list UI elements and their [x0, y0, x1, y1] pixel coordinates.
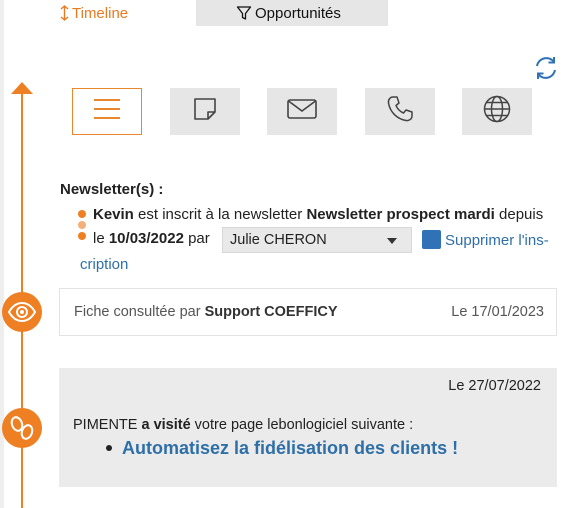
newsletter-bullets [78, 210, 86, 243]
bullet-icon [106, 444, 112, 451]
note-button[interactable] [170, 88, 240, 135]
event-visit-date: Le 27/07/2022 [448, 378, 541, 394]
user-select-value: Julie CHERON [230, 232, 327, 248]
newsletter-text: le [93, 230, 109, 247]
delete-subscription-label-cont: cription [80, 256, 129, 273]
list-item: Automatisez la fidélisation des clients … [106, 438, 458, 459]
event-visit-rest: votre page lebonlogiciel suivante : [190, 417, 414, 433]
contact-name: Kevin [93, 206, 134, 223]
newsletter-text: est inscrit à la newsletter [133, 206, 307, 223]
refresh-icon[interactable] [532, 54, 560, 82]
note-icon [192, 96, 218, 127]
newsletter-title: Newsletter(s) : [60, 181, 164, 198]
filter-icon [236, 5, 252, 21]
timeline-arrow-icon [11, 82, 33, 94]
menu-button[interactable] [72, 88, 142, 135]
phone-icon [385, 94, 415, 129]
phone-button[interactable] [365, 88, 435, 135]
event-visit-action: a visité [141, 417, 191, 433]
mail-button[interactable] [267, 88, 337, 135]
user-select[interactable]: Julie CHERON [222, 227, 412, 253]
delete-subscription-label: Supprimer l'ins- [445, 232, 549, 249]
event-view-date: Le 17/01/2023 [451, 304, 544, 320]
bullet-icon [78, 232, 86, 240]
mail-icon [286, 97, 318, 126]
chevron-down-icon [387, 238, 397, 244]
event-view-prefix: Fiche consultée par [74, 304, 205, 320]
eye-icon [2, 292, 42, 332]
menu-icon [92, 98, 122, 125]
event-card-visit: Le 27/07/2022 PIMENTE a visité votre pag… [59, 368, 557, 487]
globe-icon [482, 94, 512, 129]
event-view-user: Support COEFFICY [204, 304, 338, 320]
event-card-view: Fiche consultée par Support COEFFICY Le … [59, 288, 557, 336]
newsletter-name: Newsletter prospect mardi [306, 206, 495, 223]
tab-timeline[interactable]: Timeline [4, 0, 196, 26]
footprints-icon [2, 408, 42, 448]
tab-opportunites[interactable]: Opportunités [196, 0, 388, 26]
newsletter-line-2: le 10/03/2022 par [93, 230, 210, 247]
tab-opportunites-label: Opportunités [255, 4, 341, 22]
event-visit-who: PIMENTE [73, 417, 142, 433]
event-view-text: Fiche consultée par Support COEFFICY [74, 304, 338, 320]
newsletter-text: par [183, 230, 210, 247]
visited-page-link[interactable]: Automatisez la fidélisation des clients … [122, 438, 458, 458]
bullet-icon [78, 210, 86, 218]
subscription-date: 10/03/2022 [108, 230, 184, 247]
tab-timeline-label: Timeline [72, 4, 129, 22]
bullet-icon [78, 221, 86, 229]
trash-icon [422, 230, 441, 249]
newsletter-text: depuis [494, 206, 544, 223]
sort-arrows-icon [60, 5, 69, 21]
delete-subscription-link[interactable]: Supprimer l'ins- cription [80, 229, 572, 273]
event-visit-text: PIMENTE a visité votre page lebonlogicie… [73, 417, 413, 433]
newsletter-line-1: Kevin est inscrit à la newsletter Newsle… [93, 206, 543, 223]
globe-button[interactable] [462, 88, 532, 135]
